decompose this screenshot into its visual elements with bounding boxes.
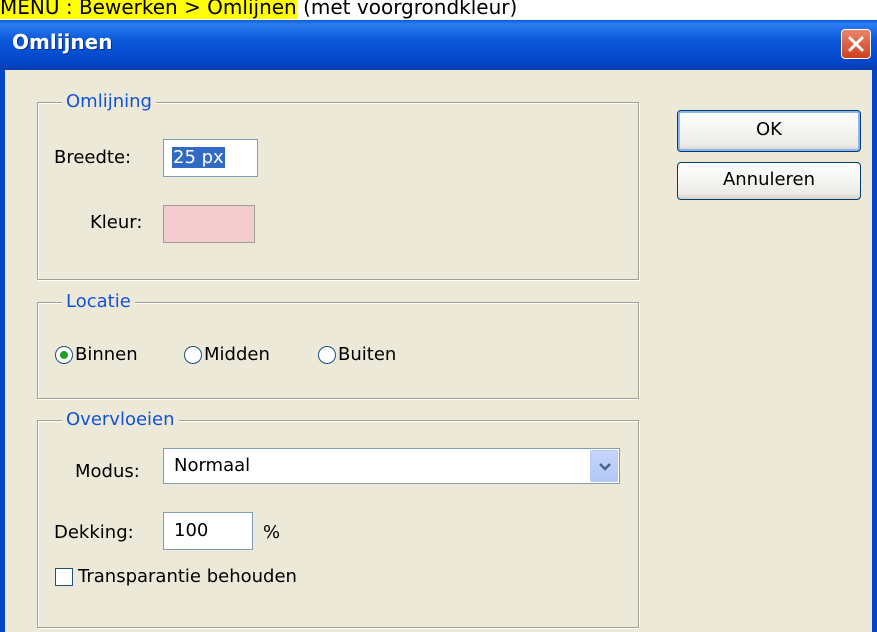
radio-binnen[interactable]	[55, 346, 73, 364]
caption-line: MENU : Bewerken > Omlijnen (met voorgron…	[0, 0, 877, 20]
width-input[interactable]: 25 px	[163, 139, 258, 177]
ok-label: OK	[756, 119, 782, 140]
omlijnen-dialog: Omlijnen Omlijning Breedte: 25 px Kleur:…	[0, 20, 877, 632]
mode-label: Modus:	[75, 461, 140, 482]
color-label: Kleur:	[90, 212, 143, 233]
caption-note: (met voorgrondkleur)	[296, 0, 518, 19]
cancel-button[interactable]: Annuleren	[677, 162, 861, 200]
caption-menu-path: MENU : Bewerken > Omlijnen	[0, 0, 297, 19]
overvloeien-legend: Overvloeien	[62, 409, 179, 431]
radio-midden-label[interactable]: Midden	[204, 344, 270, 366]
radio-midden[interactable]	[184, 346, 202, 364]
mode-select[interactable]: Normaal	[163, 448, 620, 484]
mode-dropdown-button[interactable]	[590, 450, 618, 482]
locatie-legend: Locatie	[62, 291, 135, 313]
opacity-unit: %	[263, 522, 281, 543]
omlijning-legend: Omlijning	[62, 91, 156, 113]
omlijning-group: Omlijning	[37, 91, 639, 280]
width-value: 25 px	[172, 147, 225, 168]
width-label: Breedte:	[54, 147, 132, 168]
radio-binnen-label[interactable]: Binnen	[75, 344, 138, 366]
dialog-title: Omlijnen	[12, 30, 113, 54]
cancel-label: Annuleren	[722, 169, 816, 190]
opacity-input[interactable]: 100	[163, 512, 253, 550]
ok-button[interactable]: OK	[677, 110, 861, 152]
window-border-right	[872, 70, 877, 632]
close-icon	[848, 36, 864, 52]
window-border-left	[0, 70, 5, 632]
preserve-transparency-checkbox[interactable]	[55, 568, 73, 586]
mode-value: Normaal	[174, 455, 251, 476]
radio-buiten[interactable]	[318, 346, 336, 364]
opacity-value: 100	[174, 520, 209, 541]
radio-selected-dot	[60, 351, 68, 359]
opacity-label: Dekking:	[54, 522, 134, 543]
color-swatch[interactable]	[163, 205, 255, 243]
chevron-down-icon	[599, 463, 611, 471]
title-bar[interactable]: Omlijnen	[0, 20, 877, 70]
close-button[interactable]	[841, 29, 871, 59]
preserve-transparency-label[interactable]: Transparantie behouden	[78, 566, 297, 588]
radio-buiten-label[interactable]: Buiten	[338, 344, 396, 366]
